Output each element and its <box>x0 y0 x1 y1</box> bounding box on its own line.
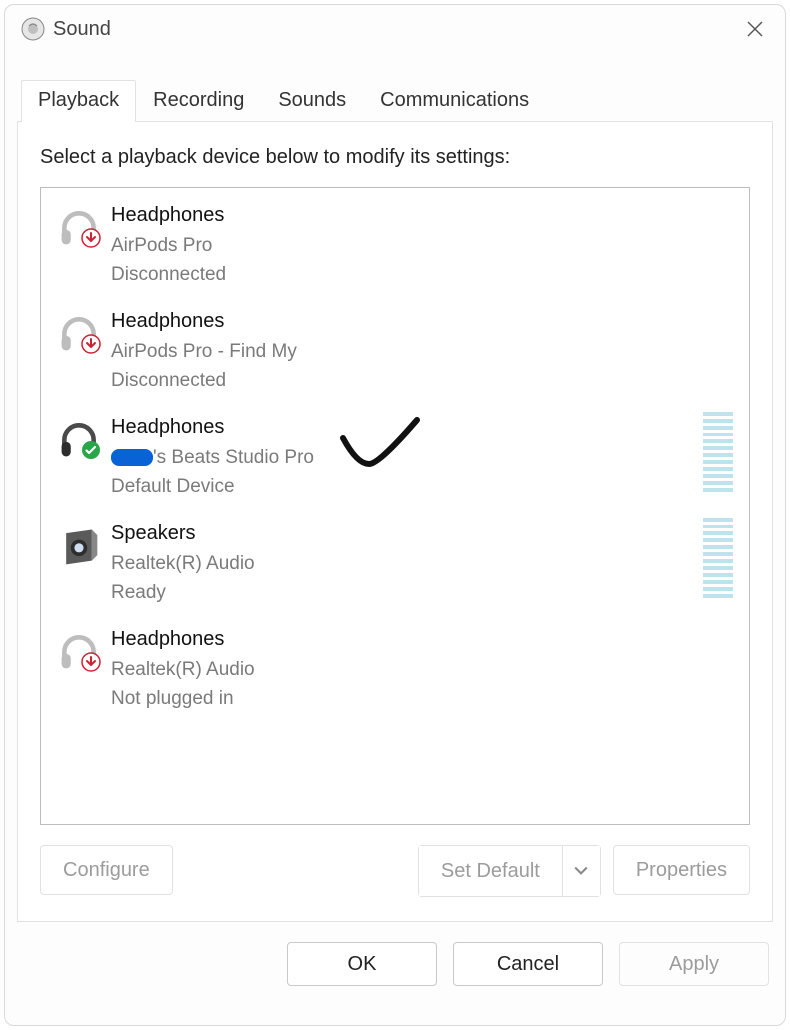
device-row[interactable]: Speakers Realtek(R) Audio Ready <box>47 512 743 618</box>
cancel-button[interactable]: Cancel <box>453 942 603 986</box>
device-icon <box>53 412 105 462</box>
arrow-down-badge-icon <box>81 652 101 672</box>
sound-dialog: Sound Playback Recording Sounds Communic… <box>4 4 786 1026</box>
device-description: AirPods Pro <box>111 231 226 260</box>
device-row[interactable]: Headphones xxxx's Beats Studio Pro Defau… <box>47 406 743 512</box>
set-default-dropdown[interactable] <box>562 846 600 896</box>
device-status: Default Device <box>111 472 314 501</box>
close-icon <box>745 19 765 39</box>
device-row[interactable]: Headphones AirPods Pro - Find My Disconn… <box>47 300 743 406</box>
tab-strip: Playback Recording Sounds Communications <box>21 79 785 121</box>
device-icon <box>53 200 105 250</box>
panel-button-row: Configure Set Default Properties <box>40 845 750 897</box>
arrow-down-badge-icon <box>81 334 101 354</box>
device-name: Headphones <box>111 412 314 443</box>
dialog-button-row: OK Cancel Apply <box>5 922 785 1002</box>
device-status: Disconnected <box>111 260 226 289</box>
tab-recording[interactable]: Recording <box>136 80 261 122</box>
device-name: Headphones <box>111 200 226 231</box>
tab-playback[interactable]: Playback <box>21 80 136 122</box>
device-icon <box>53 624 105 674</box>
device-name: Headphones <box>111 624 255 655</box>
device-description: AirPods Pro - Find My <box>111 337 297 366</box>
arrow-down-badge-icon <box>81 228 101 248</box>
properties-button[interactable]: Properties <box>613 845 750 895</box>
device-description: Realtek(R) Audio <box>111 549 255 578</box>
device-icon <box>53 518 105 568</box>
device-status: Not plugged in <box>111 684 255 713</box>
check-badge-icon <box>81 440 101 460</box>
titlebar: Sound <box>5 5 785 51</box>
tab-communications[interactable]: Communications <box>363 80 546 122</box>
volume-meter <box>703 518 733 598</box>
device-list[interactable]: Headphones AirPods Pro Disconnected <box>40 187 750 825</box>
device-status: Disconnected <box>111 366 297 395</box>
redacted-text: xxxx <box>111 449 153 466</box>
instruction-text: Select a playback device below to modify… <box>40 146 750 169</box>
window-title: Sound <box>53 18 741 41</box>
tab-panel-playback: Select a playback device below to modify… <box>17 121 773 922</box>
volume-meter <box>703 412 733 492</box>
device-status: Ready <box>111 578 255 607</box>
ok-button[interactable]: OK <box>287 942 437 986</box>
device-name: Speakers <box>111 518 255 549</box>
annotation-checkmark-icon <box>337 414 427 474</box>
device-row[interactable]: Headphones AirPods Pro Disconnected <box>47 194 743 300</box>
speaker-icon <box>57 524 101 568</box>
device-row[interactable]: Headphones Realtek(R) Audio Not plugged … <box>47 618 743 724</box>
tab-sounds[interactable]: Sounds <box>261 80 363 122</box>
device-description: Realtek(R) Audio <box>111 655 255 684</box>
chevron-down-icon <box>574 866 588 876</box>
device-description: xxxx's Beats Studio Pro <box>111 443 314 472</box>
device-name: Headphones <box>111 306 297 337</box>
close-button[interactable] <box>741 15 769 43</box>
sound-icon <box>21 17 45 41</box>
set-default-split-button: Set Default <box>418 845 601 897</box>
apply-button[interactable]: Apply <box>619 942 769 986</box>
configure-button[interactable]: Configure <box>40 845 173 895</box>
device-icon <box>53 306 105 356</box>
set-default-button[interactable]: Set Default <box>419 846 562 896</box>
